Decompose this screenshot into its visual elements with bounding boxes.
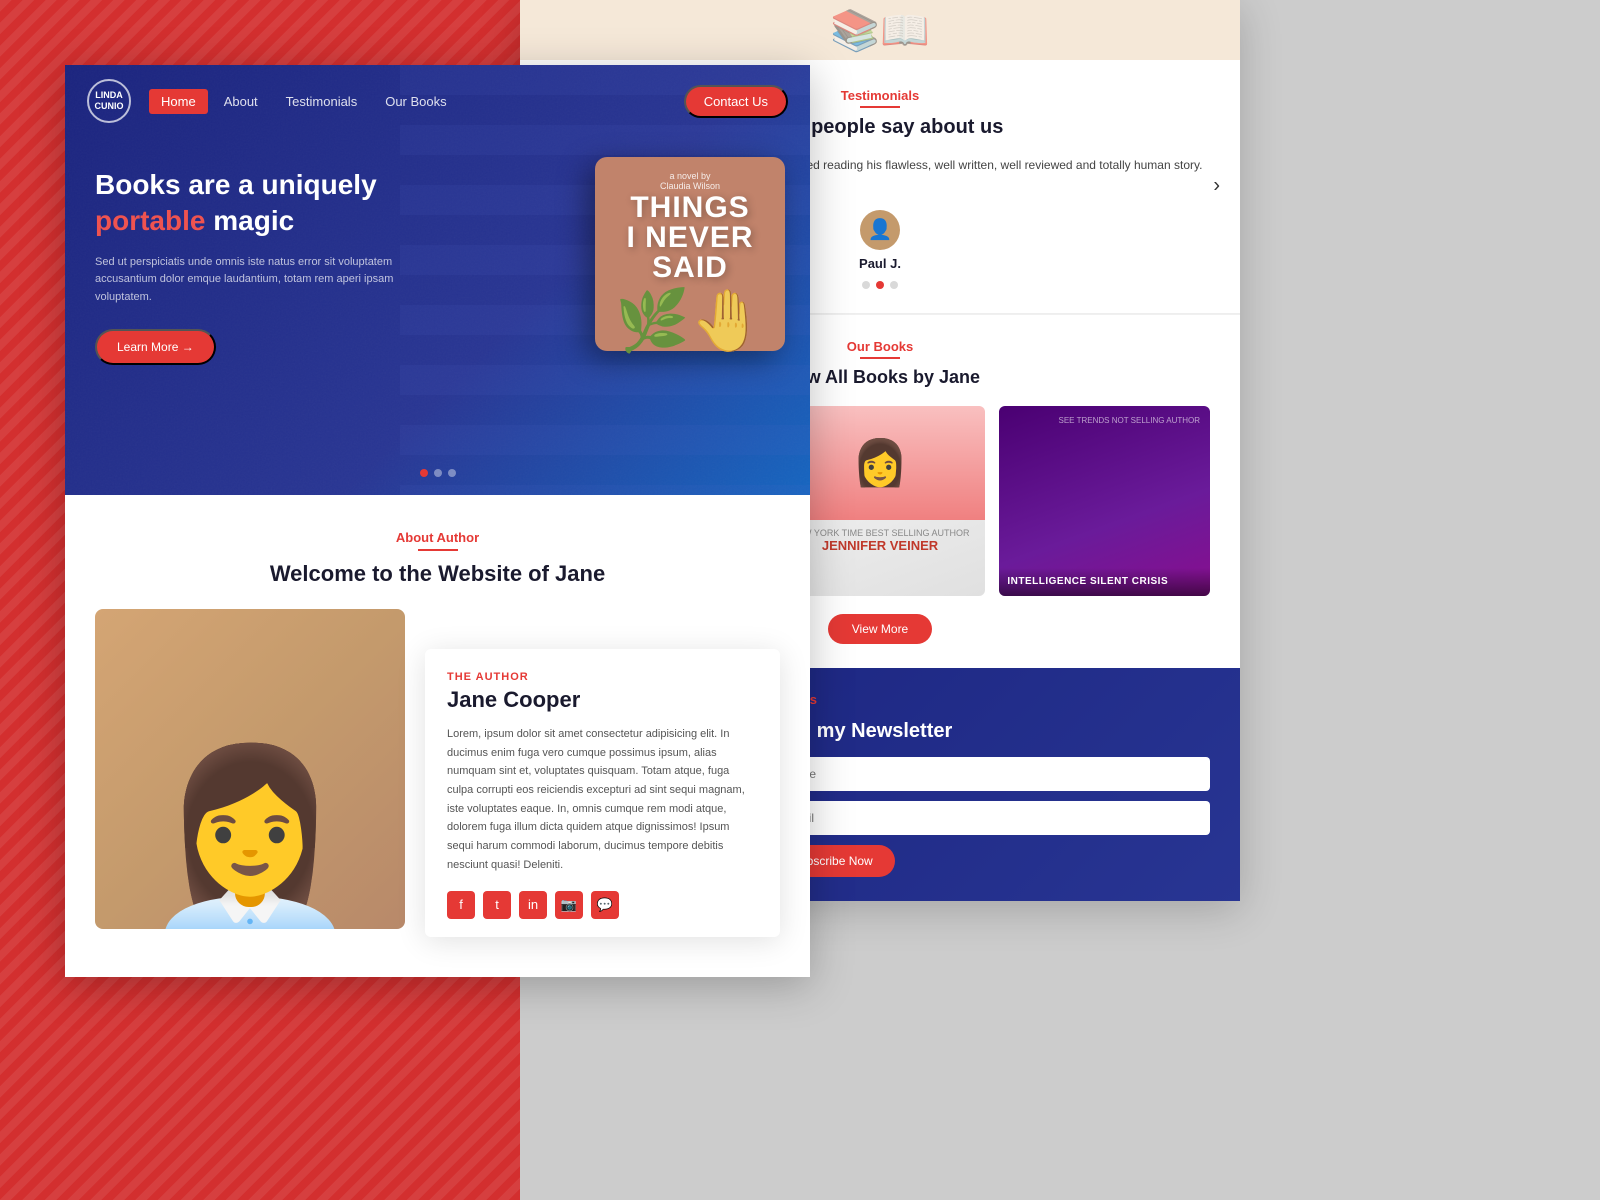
main-window: LINDA CUNIO Home About Testimonials Our … [65,65,810,977]
whatsapp-icon[interactable]: 💬 [591,891,619,919]
dot-3[interactable] [448,469,456,477]
book3-label: INTELLIGENCE SILENT CRISIS [999,568,1210,596]
author-photo [95,609,405,929]
nav-links: Home About Testimonials Our Books [149,89,684,114]
newsletter-label: Join Us [770,692,1210,707]
instagram-icon[interactable]: 📷 [555,891,583,919]
contact-us-button[interactable]: Contact Us [684,85,788,118]
hero-highlight: portable [95,205,205,236]
testimonial-next-button[interactable]: › [1213,175,1220,198]
about-title: Welcome to the Website of Jane [95,561,780,587]
newsletter-email-input[interactable] [770,801,1210,835]
reviewer-avatar: 👤 [860,210,900,250]
tdot-1[interactable] [862,281,870,289]
nav-testimonials[interactable]: Testimonials [274,89,370,114]
tdot-3[interactable] [890,281,898,289]
logo-text: LINDA CUNIO [95,90,124,112]
nav-about[interactable]: About [212,89,270,114]
hero-content: Books are a uniquely portable magic Sed … [65,137,810,415]
tdot-2[interactable] [876,281,884,289]
about-body: THE AUTHOR Jane Cooper Lorem, ipsum dolo… [95,609,780,937]
newsletter-title: Join my Newsletter [770,720,1210,743]
books-line [860,357,900,359]
social-icons: f t in 📷 💬 [447,891,758,919]
slider-dots [420,469,456,477]
author-card: THE AUTHOR Jane Cooper Lorem, ipsum dolo… [425,649,780,937]
book3-top: SEE TRENDS NOT SELLING AUTHOR [999,406,1210,495]
twitter-icon[interactable]: t [483,891,511,919]
nav-home[interactable]: Home [149,89,208,114]
hero-section: LINDA CUNIO Home About Testimonials Our … [65,65,810,495]
logo[interactable]: LINDA CUNIO [87,79,131,123]
book-byline: a novel by Claudia Wilson [609,171,771,191]
author-label: THE AUTHOR [447,671,758,683]
right-top-image: 📚📖 [520,0,1240,60]
navbar: LINDA CUNIO Home About Testimonials Our … [65,65,810,137]
linkedin-icon[interactable]: in [519,891,547,919]
reviewer-name: Paul J. [859,256,901,271]
hero-text-block: Books are a uniquely portable magic Sed … [95,167,415,365]
dot-1[interactable] [420,469,428,477]
author-bio: Lorem, ipsum dolor sit amet consectetur … [447,725,758,875]
about-label-line [418,549,458,551]
hero-title: Books are a uniquely portable magic [95,167,415,240]
testimonials-line [860,106,900,108]
dot-2[interactable] [434,469,442,477]
newsletter-name-input[interactable] [770,757,1210,791]
facebook-icon[interactable]: f [447,891,475,919]
nav-our-books[interactable]: Our Books [373,89,458,114]
about-section: About Author Welcome to the Website of J… [65,495,810,977]
view-more-button[interactable]: View More [828,614,932,644]
hero-subtitle: Sed ut perspiciatis unde omnis iste natu… [95,254,415,307]
book-illustration: 🌿🤚 [609,291,771,351]
learn-more-button[interactable]: Learn More → [95,329,216,365]
author-name: Jane Cooper [447,687,758,713]
book-card-3[interactable]: SEE TRENDS NOT SELLING AUTHOR INTELLIGEN… [999,406,1210,596]
book-cover: a novel by Claudia Wilson THINGSI NEVERS… [595,157,785,351]
book-title: THINGSI NEVERSAID [609,193,771,283]
about-label: About Author [95,530,780,545]
